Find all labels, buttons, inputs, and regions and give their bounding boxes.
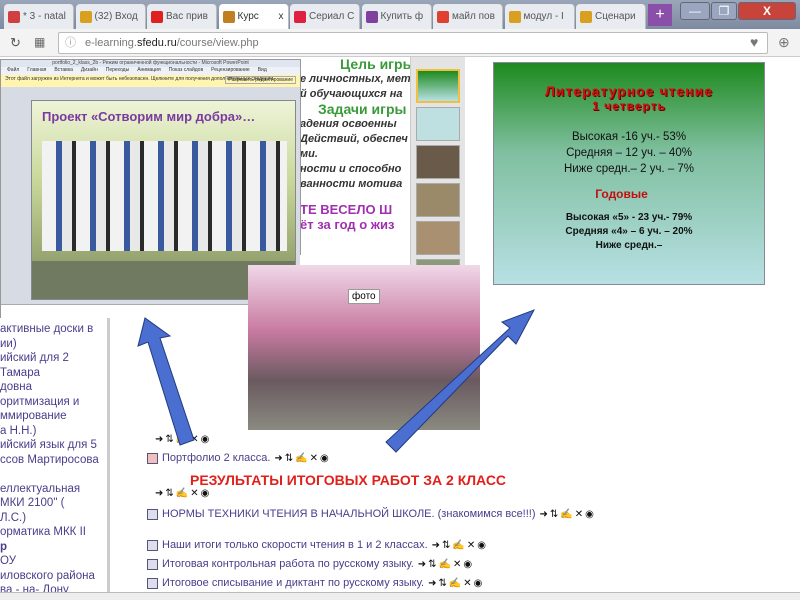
arrow-left [137, 317, 195, 446]
horizontal-scrollbar[interactable] [0, 592, 800, 600]
annotation-arrows [137, 309, 536, 453]
arrow-right [385, 309, 536, 453]
